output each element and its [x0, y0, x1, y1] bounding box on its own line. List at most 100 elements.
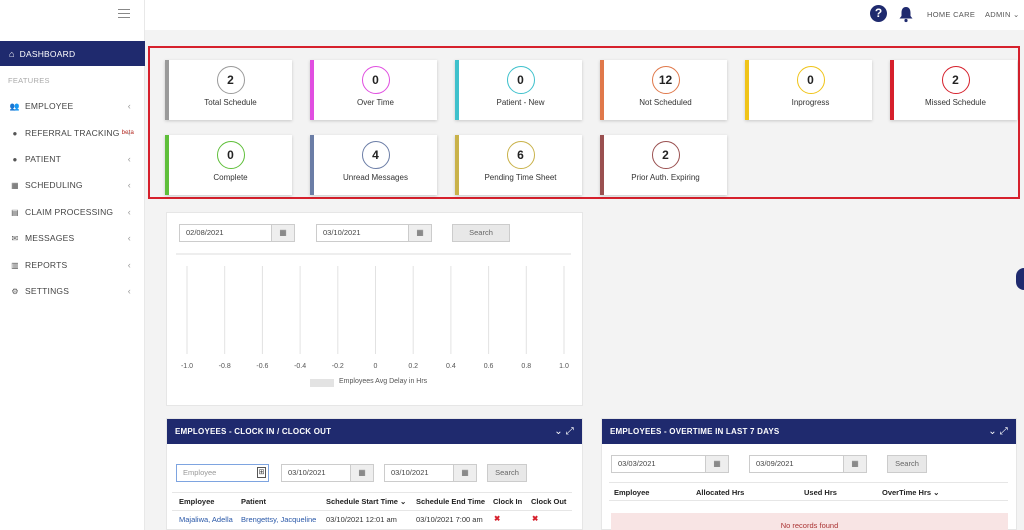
sidebar-item-dashboard[interactable]: ⌂ DASHBOARD — [0, 41, 145, 66]
expand-icon[interactable]: ⤢ — [1000, 426, 1008, 437]
x-tick-label: -0.8 — [219, 363, 231, 370]
col-employee[interactable]: Employee — [179, 497, 214, 506]
overtime-to-date-input[interactable]: 03/09/2021 — [749, 455, 844, 473]
chevron-left-icon: ‹ — [127, 233, 131, 243]
clock-from-date-input[interactable]: 03/10/2021 — [281, 464, 351, 482]
col-overtime-hrs[interactable]: OverTime Hrs ⌄ — [882, 488, 939, 497]
sidebar-item-label: DASHBOARD — [19, 48, 76, 59]
panel-tools: ⌄ ⤢ — [988, 419, 1008, 444]
sidebar-item-label: REFERRAL TRACKING — [25, 128, 120, 138]
collapse-icon[interactable]: ⌄ — [554, 426, 563, 437]
calendar-icon[interactable]: ▦ — [408, 224, 432, 242]
summary-card[interactable]: 2 Prior Auth. Expiring — [600, 135, 727, 195]
menu-toggle-icon[interactable] — [118, 9, 130, 18]
sidebar-item-employee[interactable]: 👥 EMPLOYEE ‹ — [0, 96, 145, 116]
chart-from-date-input[interactable]: 02/08/2021 — [179, 224, 272, 242]
summary-card[interactable]: 4 Unread Messages — [310, 135, 437, 195]
sidebar-section-label: FEATURES — [8, 76, 50, 85]
col-clock-in[interactable]: Clock In — [493, 497, 522, 506]
card-count: 0 — [796, 66, 825, 94]
summary-card[interactable]: 0 Patient - New — [455, 60, 582, 120]
sidebar-item-label: MESSAGES — [25, 233, 75, 243]
card-label: Not Scheduled — [639, 98, 692, 107]
summary-card[interactable]: 12 Not Scheduled — [600, 60, 727, 120]
col-schedule-end[interactable]: Schedule End Time — [416, 497, 485, 506]
col-schedule-start[interactable]: Schedule Start Time ⌄ — [326, 497, 406, 506]
sidebar-item-scheduling[interactable]: ▦ SCHEDULING ‹ — [0, 175, 145, 195]
users-icon: 👥 — [9, 101, 21, 111]
divider — [609, 500, 1008, 501]
x-tick-label: -1.0 — [181, 363, 193, 370]
x-tick-label: -0.4 — [294, 363, 306, 370]
x-tick-label: 1.0 — [559, 363, 569, 370]
col-allocated-hrs[interactable]: Allocated Hrs — [696, 488, 744, 497]
summary-card[interactable]: 2 Missed Schedule — [890, 60, 1017, 120]
card-label: Unread Messages — [343, 173, 408, 182]
card-label: Patient - New — [496, 98, 545, 107]
sidebar-item-referral-tracking[interactable]: ● REFERRAL TRACKING beta ‹ — [0, 123, 145, 143]
sidebar-item-patient[interactable]: ● PATIENT ‹ — [0, 149, 145, 169]
summary-card[interactable]: 0 Complete — [165, 135, 292, 195]
contact-card-icon[interactable]: ⊞ — [257, 467, 266, 478]
sidebar-item-claim-processing[interactable]: ▤ CLAIM PROCESSING ‹ — [0, 202, 145, 222]
sidebar-item-messages[interactable]: ✉ MESSAGES ‹ — [0, 228, 145, 248]
gear-icon: ⚙ — [11, 286, 19, 296]
card-label: Total Schedule — [204, 98, 257, 107]
user-icon: ● — [12, 154, 18, 164]
help-icon[interactable]: ? — [870, 5, 887, 22]
card-count: 0 — [216, 141, 245, 169]
side-panel-toggle[interactable] — [1016, 268, 1024, 290]
expand-icon[interactable]: ⤢ — [566, 426, 574, 437]
calendar-icon[interactable]: ▦ — [350, 464, 374, 482]
clock-search-button[interactable]: Search — [487, 464, 527, 482]
org-name[interactable]: HOME CARE — [927, 10, 975, 19]
schedule-end-cell: 03/10/2021 7:00 am — [416, 515, 483, 524]
overtime-from-date-input[interactable]: 03/03/2021 — [611, 455, 706, 473]
collapse-icon[interactable]: ⌄ — [988, 426, 997, 437]
calendar-icon[interactable]: ▦ — [453, 464, 477, 482]
col-clock-out[interactable]: Clock Out — [531, 497, 566, 506]
employee-search-input[interactable]: Employee — [176, 464, 269, 482]
summary-card[interactable]: 0 Inprogress — [745, 60, 872, 120]
clock-in-missing-icon: ✖ — [494, 514, 501, 523]
x-tick-label: 0.6 — [484, 363, 494, 370]
patient-link[interactable]: Brengettsy, Jacqueline — [241, 515, 316, 524]
delay-chart: -1.0 -0.8 -0.6 -0.4 -0.2 0 0.2 0.4 0.6 0.8 1.0 — [176, 253, 571, 370]
user-menu[interactable]: ADMIN ⌄ — [985, 10, 1020, 19]
chart-search-button[interactable]: Search — [452, 224, 510, 242]
col-employee[interactable]: Employee — [614, 488, 649, 497]
col-patient[interactable]: Patient — [241, 497, 266, 506]
bell-icon[interactable] — [897, 5, 915, 23]
panel-header: EMPLOYEES - CLOCK IN / CLOCK OUT ⌄ ⤢ — [167, 419, 582, 444]
summary-card[interactable]: 6 Pending Time Sheet — [455, 135, 582, 195]
card-label: Complete — [213, 173, 248, 182]
chart-to-date-input[interactable]: 03/10/2021 — [316, 224, 409, 242]
sidebar-item-reports[interactable]: ▥ REPORTS ‹ — [0, 255, 145, 275]
summary-card[interactable]: 0 Over Time — [310, 60, 437, 120]
card-label: Prior Auth. Expiring — [631, 173, 700, 182]
no-records-message: No records found — [611, 513, 1008, 530]
card-count: 2 — [216, 66, 245, 94]
sidebar-item-label: EMPLOYEE — [25, 101, 74, 111]
employee-link[interactable]: Majaliwa, Adella — [179, 515, 233, 524]
card-count: 0 — [506, 66, 535, 94]
overtime-search-button[interactable]: Search — [887, 455, 927, 473]
sidebar-item-label: PATIENT — [25, 154, 62, 164]
card-label: Missed Schedule — [925, 98, 986, 107]
sidebar-item-settings[interactable]: ⚙ SETTINGS ‹ — [0, 281, 145, 301]
file-icon: ▤ — [11, 207, 19, 217]
summary-card[interactable]: 2 Total Schedule — [165, 60, 292, 120]
user-icon: ● — [12, 128, 18, 138]
clock-to-date-input[interactable]: 03/10/2021 — [384, 464, 454, 482]
card-count: 2 — [651, 141, 680, 169]
card-count: 0 — [361, 66, 390, 94]
col-used-hrs[interactable]: Used Hrs — [804, 488, 837, 497]
divider — [172, 510, 572, 511]
home-icon: ⌂ — [9, 48, 15, 59]
calendar-icon[interactable]: ▦ — [843, 455, 867, 473]
x-tick-label: -0.6 — [256, 363, 268, 370]
calendar-icon[interactable]: ▦ — [271, 224, 295, 242]
chevron-left-icon: ‹ — [127, 286, 131, 296]
chevron-left-icon: ‹ — [127, 128, 131, 138]
calendar-icon[interactable]: ▦ — [705, 455, 729, 473]
